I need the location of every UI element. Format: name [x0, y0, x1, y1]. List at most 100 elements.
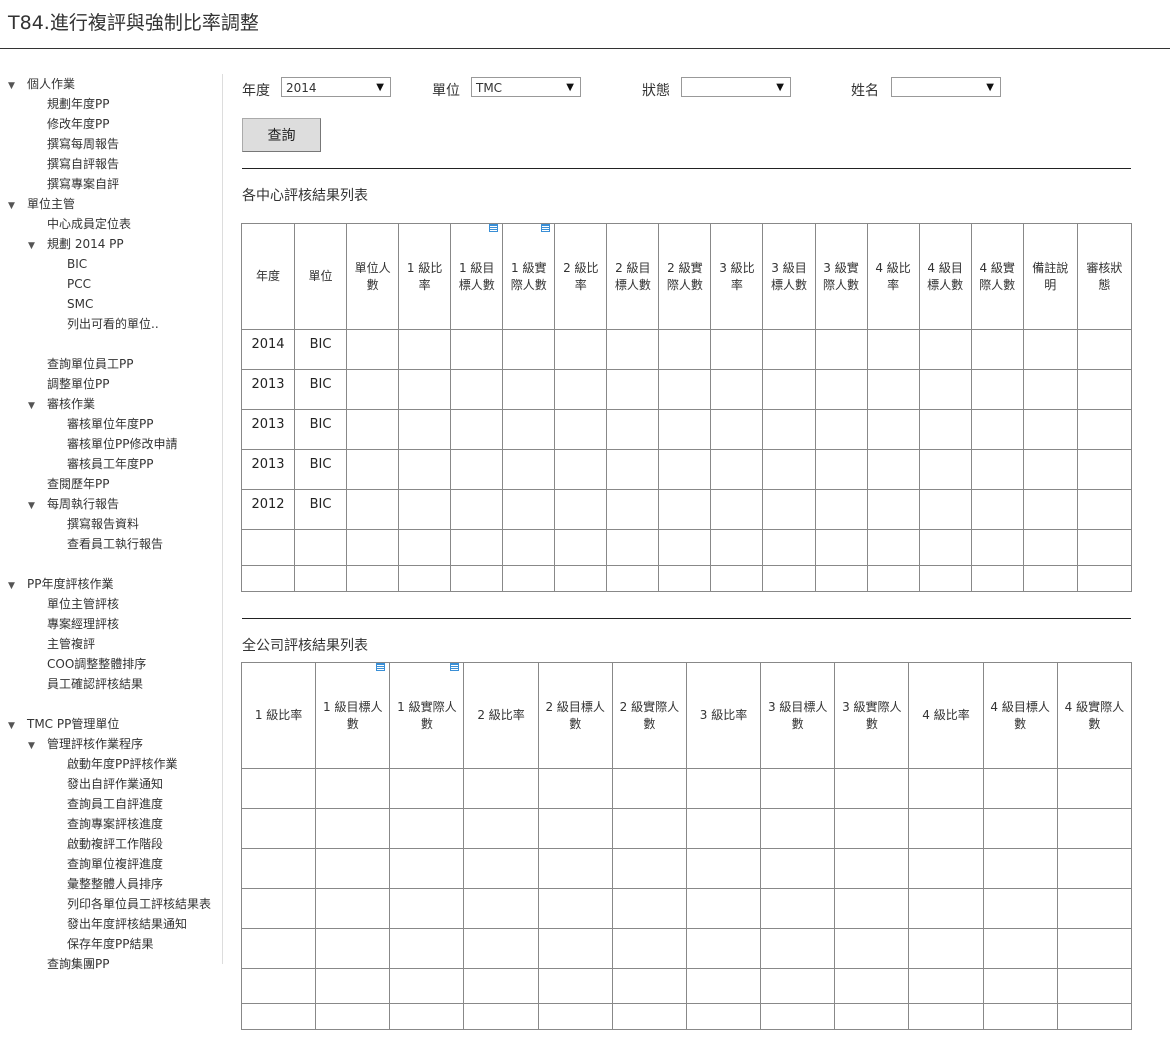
column-header-label: 3 級比率 — [719, 260, 755, 292]
sidebar-item-label: 啟動年度PP評核作業 — [67, 757, 178, 771]
section-divider — [242, 618, 1131, 619]
sidebar-item[interactable]: 修改年度PP — [47, 114, 109, 134]
sidebar-item-label: 列出可看的單位.. — [67, 317, 159, 331]
table-cell — [463, 848, 539, 889]
year-cell: 2013 — [240, 369, 296, 410]
status-select[interactable]: ▼ — [681, 77, 791, 97]
sidebar-item[interactable]: 查詢集團PP — [47, 954, 109, 974]
table-row — [240, 565, 1133, 592]
sidebar-item[interactable]: ▼ 審核作業 — [28, 394, 95, 414]
sidebar-item-label: 規劃年度PP — [47, 97, 110, 111]
triangle-down-icon[interactable]: ▼ — [28, 396, 47, 416]
table-cell — [463, 928, 539, 969]
sidebar-item[interactable]: 撰寫專案自評 — [47, 174, 119, 194]
triangle-down-icon[interactable]: ▼ — [8, 716, 27, 736]
sidebar-item-label: 審核單位年度PP — [67, 417, 154, 431]
sidebar-item[interactable]: 主管複評 — [47, 634, 95, 654]
table-cell — [970, 529, 1024, 566]
year-select[interactable]: 2014 ▼ — [281, 77, 391, 97]
sidebar-item[interactable]: 啟動年度PP評核作業 — [67, 754, 177, 774]
table-row — [240, 1003, 1133, 1030]
sidebar-item[interactable]: 彙整整體人員排序 — [67, 874, 163, 894]
table-cell — [611, 768, 687, 809]
triangle-down-icon[interactable]: ▼ — [28, 736, 47, 756]
sidebar-item[interactable]: COO調整整體排序 — [47, 654, 146, 674]
sidebar-item[interactable]: ▼ 規劃 2014 PP — [28, 234, 124, 254]
sidebar-item[interactable]: 列出可看的單位.. — [67, 314, 159, 334]
sidebar-item[interactable]: 查看員工執行報告 — [67, 534, 163, 554]
sidebar-item-label: 撰寫每周報告 — [47, 137, 120, 151]
sidebar-item[interactable]: 查詢專案評核進度 — [67, 814, 163, 834]
column-header: 2 級目標人數 — [537, 662, 613, 769]
sidebar-item[interactable]: 發出年度評核結果通知 — [67, 914, 187, 934]
table-row: 2012 BIC — [240, 489, 1133, 530]
triangle-down-icon[interactable]: ▼ — [28, 496, 47, 516]
unit-select[interactable]: TMC ▼ — [471, 77, 581, 97]
table-cell — [606, 409, 660, 450]
sidebar-item[interactable]: 查閱歷年PP — [47, 474, 109, 494]
sidebar-item[interactable]: BIC — [67, 254, 87, 274]
sidebar-item[interactable]: 撰寫每周報告 — [47, 134, 119, 154]
sidebar-item[interactable]: 審核員工年度PP — [67, 454, 153, 474]
table-cell — [398, 369, 452, 410]
table-cell — [1056, 968, 1133, 1004]
table-cell — [1056, 888, 1133, 929]
sidebar-item[interactable]: 調整單位PP — [47, 374, 109, 394]
sidebar-item[interactable]: 規劃年度PP — [47, 94, 109, 114]
table-cell — [398, 529, 452, 566]
year-label: 年度 — [242, 83, 270, 99]
sidebar-item[interactable]: ▼ 單位主管 — [8, 194, 75, 214]
table-cell — [611, 848, 687, 889]
sidebar-item[interactable]: 單位主管評核 — [47, 594, 119, 614]
sidebar-item[interactable]: ▼ 個人作業 — [8, 74, 75, 94]
sidebar-item[interactable]: 撰寫報告資料 — [67, 514, 139, 534]
table-cell — [450, 565, 504, 592]
triangle-down-icon[interactable]: ▼ — [8, 576, 27, 596]
table-cell — [918, 529, 972, 566]
sidebar-item[interactable]: ▼ PP年度評核作業 — [8, 574, 113, 594]
sidebar-item-label: 撰寫自評報告 — [47, 157, 120, 171]
table-cell — [554, 449, 608, 490]
sidebar-item-label: 修改年度PP — [47, 117, 110, 131]
name-select[interactable]: ▼ — [891, 77, 1001, 97]
sidebar-item[interactable]: ▼ 管理評核作業程序 — [28, 734, 143, 754]
triangle-down-icon[interactable]: ▼ — [8, 76, 27, 96]
sidebar-item[interactable]: 查詢員工自評進度 — [67, 794, 163, 814]
sidebar-item[interactable]: ▼ 每周執行報告 — [28, 494, 119, 514]
sidebar-item-label: 中心成員定位表 — [47, 217, 132, 231]
column-header-label: 2 級實際人數 — [666, 260, 703, 292]
sidebar-item[interactable]: 保存年度PP結果 — [67, 934, 153, 954]
sidebar-item-label: 專案經理評核 — [47, 617, 120, 631]
table-cell — [762, 489, 816, 530]
sidebar-item[interactable]: SMC — [67, 294, 93, 314]
sidebar-item[interactable]: 專案經理評核 — [47, 614, 119, 634]
page-title: T84.進行複評與強制比率調整 — [8, 12, 259, 34]
sidebar-item[interactable]: 審核單位年度PP — [67, 414, 153, 434]
sidebar-item[interactable]: 查詢單位員工PP — [47, 354, 133, 374]
sidebar-item[interactable]: 中心成員定位表 — [47, 214, 131, 234]
sidebar-item[interactable]: 查詢單位複評進度 — [67, 854, 163, 874]
note-icon[interactable] — [489, 224, 499, 232]
note-icon[interactable] — [450, 663, 460, 671]
sidebar-item[interactable]: 列印各單位員工評核結果表 — [67, 894, 211, 914]
sidebar-item-label: 彙整整體人員排序 — [67, 877, 164, 891]
sidebar-item[interactable]: 啟動複評工作階段 — [67, 834, 163, 854]
triangle-down-icon[interactable]: ▼ — [8, 196, 27, 216]
sidebar-item[interactable]: 審核單位PP修改申請 — [67, 434, 177, 454]
sidebar-item[interactable]: 發出自評作業通知 — [67, 774, 163, 794]
sidebar-item[interactable]: 撰寫自評報告 — [47, 154, 119, 174]
note-icon[interactable] — [541, 224, 551, 232]
query-button[interactable]: 查詢 — [242, 118, 321, 152]
note-icon[interactable] — [376, 663, 386, 671]
sidebar-item-label: 查詢單位員工PP — [47, 357, 134, 371]
sidebar-item[interactable]: ▼ TMC PP管理單位 — [8, 714, 119, 734]
sidebar-item[interactable]: PCC — [67, 274, 91, 294]
company-table-title: 全公司評核結果列表 — [242, 638, 368, 654]
table-cell — [315, 968, 391, 1004]
column-header-label: 1 級實際人數 — [397, 699, 457, 731]
sidebar-item[interactable]: 員工確認評核結果 — [47, 674, 143, 694]
table-cell — [1076, 489, 1133, 530]
triangle-down-icon[interactable]: ▼ — [28, 236, 47, 256]
sidebar-tree: ▼ 個人作業 規劃年度PP 修改年度PP 撰寫每周報告 撰寫自評報告 撰寫專案自評 ▼ 單位主管… — [0, 74, 223, 971]
column-header-label: 3 級目標人數 — [767, 699, 828, 731]
